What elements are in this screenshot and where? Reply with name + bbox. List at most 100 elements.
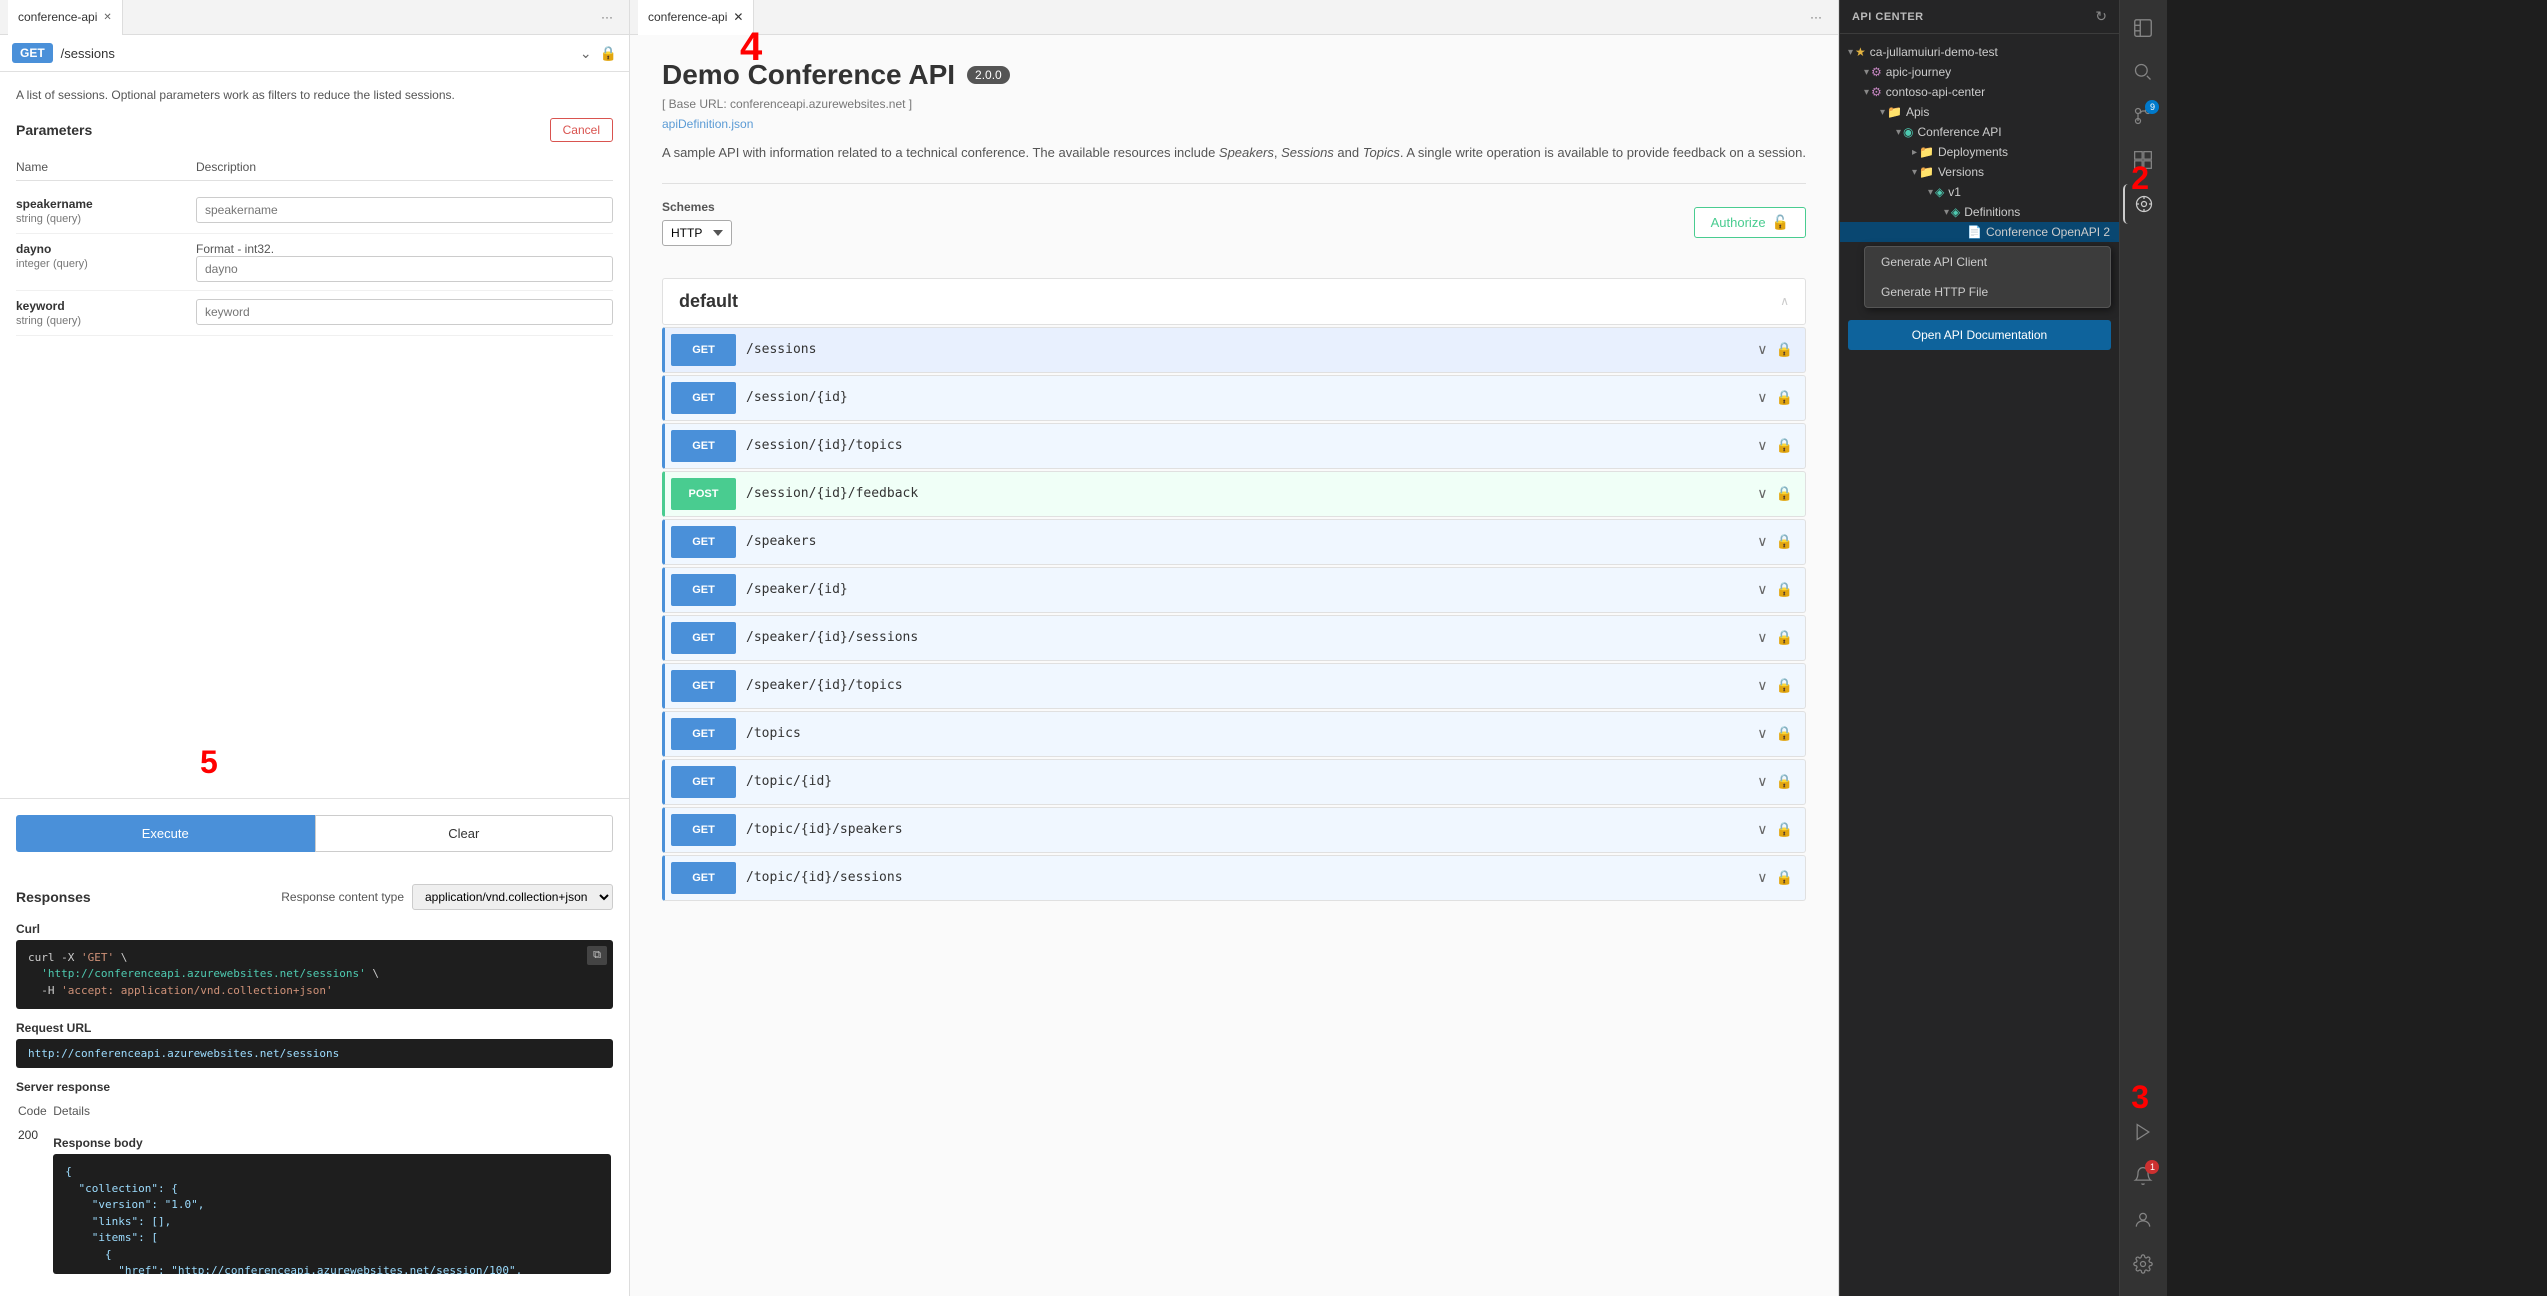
copy-curl-button[interactable]: ⧉ [587,946,607,965]
endpoint-row-session-feedback[interactable]: POST /session/{id}/feedback ∨ 🔒 [662,471,1806,517]
accounts-icon[interactable] [2123,1200,2163,1240]
chevron-down-icon: ∨ [1757,341,1767,358]
endpoint-method-post-feedback: POST [671,478,736,510]
endpoint-row-topic-speakers[interactable]: GET /topic/{id}/speakers ∨ 🔒 [662,807,1806,853]
right-panel-header: API CENTER ↻ [1840,0,2119,34]
endpoint-group-header[interactable]: default ∧ [662,278,1806,325]
execute-button[interactable]: Execute [16,815,315,852]
tree-label-openapi2: Conference OpenAPI 2 [1986,225,2110,239]
endpoint-row-speaker-id[interactable]: GET /speaker/{id} ∨ 🔒 [662,567,1806,613]
param-input-dayno[interactable] [196,256,613,282]
tree-item-conference-api[interactable]: ▾ ◉ Conference API [1840,122,2119,142]
schemes-select[interactable]: HTTP [662,220,732,246]
cancel-button[interactable]: Cancel [550,118,613,142]
explorer-icon[interactable] [2123,8,2163,48]
activity-bar: 9 1 [2119,0,2167,1296]
endpoint-path-topic-sessions: /topic/{id}/sessions [746,870,1745,885]
tree-label-contoso: contoso-api-center [1886,85,1985,99]
clear-button[interactable]: Clear [315,815,614,852]
tree-item-versions[interactable]: ▾ 📁 Versions [1840,162,2119,182]
search-icon[interactable] [2123,52,2163,92]
param-type-dayno: integer [16,258,50,270]
tree-item-openapi2[interactable]: ▸ 📄 Conference OpenAPI 2 [1840,222,2119,242]
right-panel-title: API CENTER [1852,11,1924,23]
param-input-speakername[interactable] [196,197,613,223]
right-panel: API CENTER ↻ ▾ ★ ca-jullamuiuri-demo-tes… [1839,0,2119,1296]
api-definition-link[interactable]: apiDefinition.json [662,117,753,131]
arrow-icon-apic: ▾ [1864,67,1869,78]
tree-item-definitions[interactable]: ▾ ◈ Definitions [1840,202,2119,222]
left-tab-conference-api[interactable]: conference-api ✕ [8,0,123,35]
endpoint-row-topic-id[interactable]: GET /topic/{id} ∨ 🔒 [662,759,1806,805]
tree-item-deployments[interactable]: ▸ 📁 Deployments [1840,142,2119,162]
chevron-down-icon-8: ∨ [1757,677,1767,694]
close-icon[interactable]: ✕ [103,12,111,23]
endpoint-path-session-id: /session/{id} [746,390,1745,405]
tree-item-ca-demo[interactable]: ▾ ★ ca-jullamuiuri-demo-test [1840,42,2119,62]
tree-item-apic-journey[interactable]: ▾ ⚙ apic-journey [1840,62,2119,82]
responses-header: Responses Response content type applicat… [16,884,613,910]
tree-item-v1[interactable]: ▾ ◈ v1 [1840,182,2119,202]
param-type-keyword: string [16,315,43,327]
chevron-down-icon-12: ∨ [1757,869,1767,886]
run-debug-icon[interactable] [2123,1112,2163,1152]
endpoint-method-get-session-id: GET [671,382,736,414]
lock-button[interactable]: 🔒 [600,45,617,62]
swagger-content: 4 Demo Conference API 2.0.0 [ Base URL: … [630,35,1838,927]
request-url-section: Request URL http://conferenceapi.azurewe… [16,1021,613,1068]
tab-more-icon[interactable]: ··· [593,10,621,24]
endpoint-row-session-id[interactable]: GET /session/{id} ∨ 🔒 [662,375,1806,421]
endpoint-method-get-session-topics: GET [671,430,736,462]
endpoint-row-session-id-topics[interactable]: GET /session/{id}/topics ∨ 🔒 [662,423,1806,469]
endpoint-row-speaker-topics[interactable]: GET /speaker/{id}/topics ∨ 🔒 [662,663,1806,709]
middle-tab-label: conference-api [648,10,727,24]
source-control-icon[interactable]: 9 [2123,96,2163,136]
context-menu-generate-client[interactable]: Generate API Client [1865,247,2110,277]
endpoint-path-topic-speakers: /topic/{id}/speakers [746,822,1745,837]
arrow-icon-versions: ▾ [1912,167,1917,178]
tree-item-apis[interactable]: ▾ 📁 Apis [1840,102,2119,122]
authorize-button[interactable]: Authorize 🔓 [1694,207,1806,238]
endpoint-row-topic-sessions[interactable]: GET /topic/{id}/sessions ∨ 🔒 [662,855,1806,901]
middle-close-icon[interactable]: ✕ [733,10,743,24]
open-api-documentation-button[interactable]: Open API Documentation [1848,320,2111,350]
tree-label-versions: Versions [1938,165,1984,179]
api-description: A list of sessions. Optional parameters … [16,88,613,102]
extensions-icon[interactable] [2123,140,2163,180]
endpoint-path-speaker-sessions: /speaker/{id}/sessions [746,630,1745,645]
context-menu-container: Generate API Client Generate HTTP File [1856,246,2119,308]
endpoint-path-speaker-id: /speaker/{id} [746,582,1745,597]
response-type-select[interactable]: application/vnd.collection+json [412,884,613,910]
chevron-down-icon-4: ∨ [1757,485,1767,502]
notifications-icon[interactable]: 1 [2123,1156,2163,1196]
tree-label-apis: Apis [1906,105,1929,119]
api-center-icon[interactable] [2123,184,2163,224]
api-meta: [ Base URL: conferenceapi.azurewebsites.… [662,97,1806,111]
tree-label-v1: v1 [1948,185,1961,199]
endpoint-row-speaker-sessions[interactable]: GET /speaker/{id}/sessions ∨ 🔒 [662,615,1806,661]
lock-icon-session-topics: 🔒 [1776,437,1793,454]
endpoint-path-topic-id: /topic/{id} [746,774,1745,789]
tree-label-definitions: Definitions [1964,205,2020,219]
arrow-icon-v1: ▾ [1928,187,1933,198]
endpoint-row-speakers[interactable]: GET /speakers ∨ 🔒 [662,519,1806,565]
refresh-button[interactable]: ↻ [2095,8,2107,25]
middle-tab-conference-api[interactable]: conference-api ✕ [638,0,754,35]
param-location-speakername: (query) [46,213,81,225]
schemes-section: Schemes HTTP Authorize 🔓 [662,183,1806,262]
folder-icon-deployments: 📁 [1919,145,1934,159]
param-row-speakername: speakername string (query) [16,189,613,234]
endpoint-path-speaker-topics: /speaker/{id}/topics [746,678,1745,693]
settings-icon[interactable] [2123,1244,2163,1284]
collapse-button[interactable]: ⌄ [580,45,592,62]
endpoint-row-sessions[interactable]: GET /sessions ∨ 🔒 [662,327,1806,373]
param-desc-dayno: Format - int32. [196,242,613,256]
param-input-keyword[interactable] [196,299,613,325]
endpoint-row-topics[interactable]: GET /topics ∨ 🔒 [662,711,1806,757]
tree-item-contoso[interactable]: ▾ ⚙ contoso-api-center [1840,82,2119,102]
authorize-lock-icon: 🔓 [1772,214,1789,231]
context-menu-generate-http[interactable]: Generate HTTP File [1865,277,2110,307]
middle-tab-more-icon[interactable]: ··· [1802,10,1830,24]
arrow-icon-conf-api: ▾ [1896,127,1901,138]
chevron-down-icon-9: ∨ [1757,725,1767,742]
